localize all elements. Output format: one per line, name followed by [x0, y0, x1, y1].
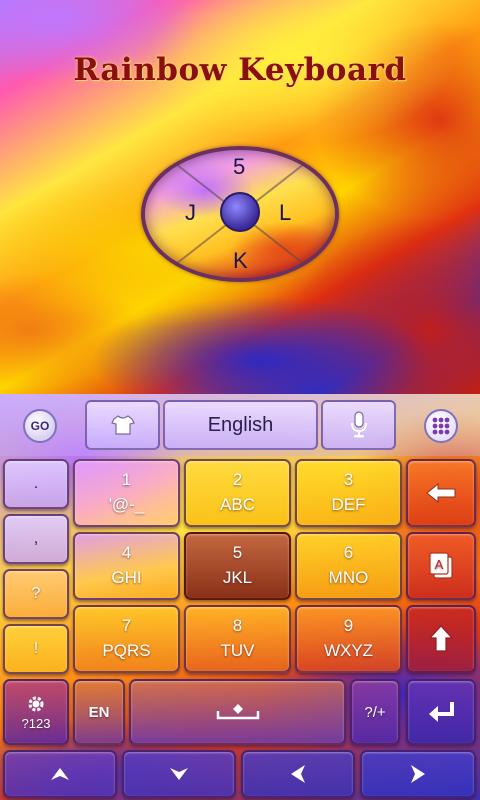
key-5[interactable]: 5 JKL [184, 532, 291, 600]
key-letters: '@-_ [108, 495, 145, 514]
key-6[interactable]: 6 MNO [295, 532, 402, 600]
apps-button[interactable] [424, 409, 458, 443]
key-letters: JKL [222, 568, 253, 587]
key-number: 1 [121, 470, 132, 489]
key-number: 4 [121, 543, 132, 562]
key-1[interactable]: 1 '@-_ [73, 459, 180, 527]
settings-symbols-key[interactable]: ?123 [3, 679, 69, 745]
space-key[interactable] [129, 679, 346, 745]
key-label: , [33, 530, 39, 547]
language-switch-key[interactable]: EN [73, 679, 125, 745]
cursor-down-key[interactable] [122, 750, 236, 798]
punct-key-question[interactable]: ? [3, 569, 69, 619]
key-number: 5 [232, 543, 243, 562]
lang-label: EN [88, 703, 110, 721]
key-4[interactable]: 4 GHI [73, 532, 180, 600]
key-letters: DEF [331, 495, 366, 514]
preview-key-left: J [185, 200, 196, 225]
key-letters: WXYZ [323, 641, 374, 660]
key-label: ! [33, 640, 39, 657]
preview-key-bottom: K [233, 248, 248, 273]
key-3[interactable]: 3 DEF [295, 459, 402, 527]
preview-key-right: L [279, 200, 292, 225]
microphone-icon [349, 411, 369, 439]
go-button[interactable]: GO [23, 409, 57, 443]
backspace-key[interactable] [406, 459, 476, 527]
text-edit-key[interactable]: A [406, 532, 476, 600]
symbols-key[interactable]: ?/+ [350, 679, 400, 745]
go-label: GO [30, 419, 50, 433]
key-label: ? [31, 585, 41, 602]
key-letters: MNO [328, 568, 369, 587]
text-edit-icon: A [428, 552, 454, 580]
space-icon [216, 703, 260, 721]
promo-banner: Rainbow Keyboard 5 J L K [0, 0, 480, 394]
gear-icon [26, 694, 46, 714]
symbols-label: ?123 [21, 715, 51, 731]
promo-title: Rainbow Keyboard [73, 52, 407, 88]
keyboard: GO English . , ? ! 1 '@-_ 2 ABC 3 DEF 4 … [0, 394, 480, 800]
key-label: . [33, 475, 39, 492]
key-letters: TUV [220, 641, 255, 660]
symbols-key-label: ?/+ [364, 703, 386, 721]
key-number: 6 [343, 543, 354, 562]
tshirt-icon [110, 414, 135, 436]
voice-input-button[interactable] [321, 400, 396, 450]
cursor-up-key[interactable] [3, 750, 117, 798]
key-2[interactable]: 2 ABC [184, 459, 291, 527]
key-letters: GHI [111, 568, 142, 587]
key-9[interactable]: 9 WXYZ [295, 605, 402, 673]
key-number: 3 [343, 470, 354, 489]
cursor-right-key[interactable] [360, 750, 476, 798]
apps-grid-icon [431, 416, 451, 436]
keyboard-preview-disk: 5 J L K [141, 146, 339, 282]
key-number: 7 [121, 616, 132, 635]
punct-key-comma[interactable]: , [3, 514, 69, 564]
language-button[interactable]: English [163, 400, 318, 450]
disk-center-button [220, 192, 260, 232]
preview-key-top: 5 [233, 154, 246, 179]
key-number: 8 [232, 616, 243, 635]
cursor-left-key[interactable] [241, 750, 355, 798]
enter-icon [426, 700, 456, 724]
key-number: 9 [343, 616, 354, 635]
key-letters: PQRS [102, 641, 151, 660]
key-8[interactable]: 8 TUV [184, 605, 291, 673]
punct-key-period[interactable]: . [3, 459, 69, 509]
shift-up-icon [428, 624, 454, 654]
arrow-down-icon [169, 767, 189, 781]
key-7[interactable]: 7 PQRS [73, 605, 180, 673]
language-label: English [207, 413, 274, 436]
arrow-right-icon [410, 764, 426, 784]
key-number: 2 [232, 470, 243, 489]
backspace-arrow-icon [425, 482, 457, 504]
svg-text:A: A [435, 557, 444, 572]
punct-key-exclamation[interactable]: ! [3, 624, 69, 674]
enter-key[interactable] [406, 679, 476, 745]
arrow-left-icon [290, 764, 306, 784]
arrow-up-icon [50, 767, 70, 781]
shift-key[interactable] [406, 605, 476, 673]
theme-button[interactable] [85, 400, 160, 450]
key-letters: ABC [220, 495, 255, 514]
